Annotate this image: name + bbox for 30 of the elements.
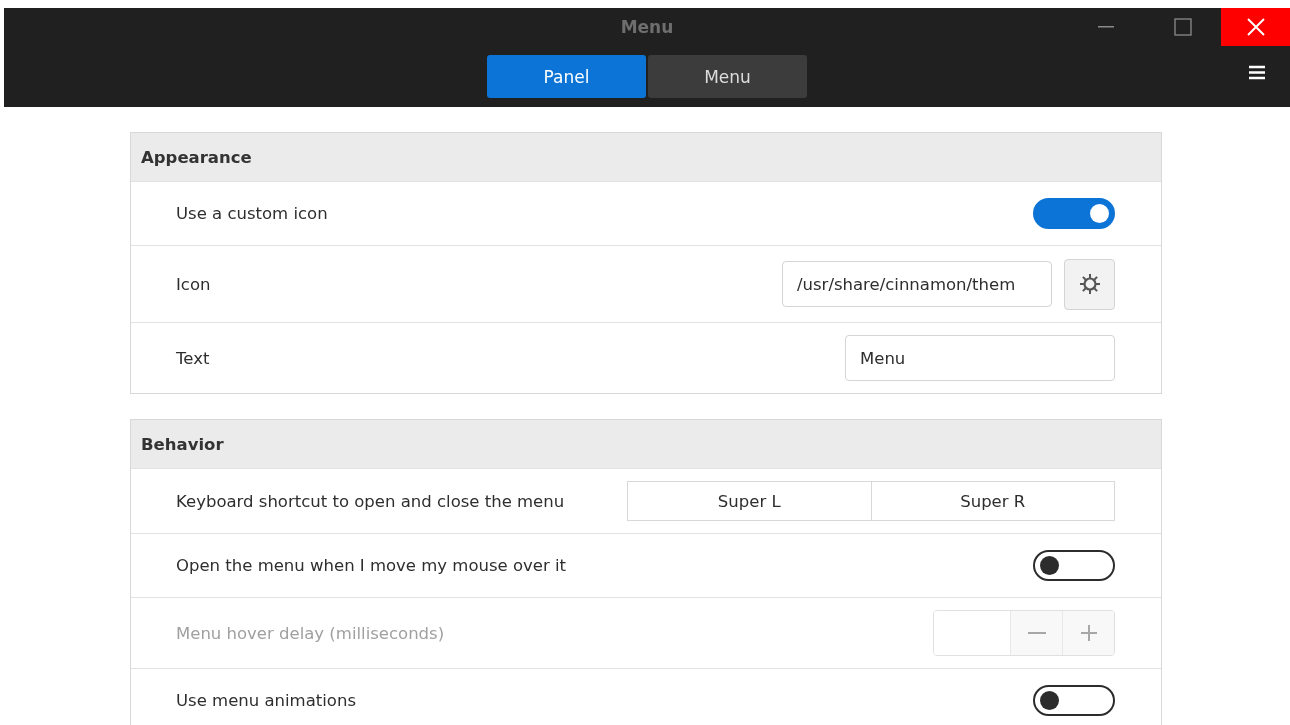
shortcut-button[interactable]: Super L	[628, 482, 871, 520]
number-field[interactable]	[934, 611, 1011, 655]
toggle-switch[interactable]	[1033, 550, 1115, 581]
tab[interactable]: Panel	[487, 55, 646, 98]
setting-label: Text	[176, 348, 210, 368]
toggle-switch[interactable]	[1033, 685, 1115, 716]
setting-label: Menu hover delay (milliseconds)	[176, 623, 445, 643]
text-field[interactable]: Menu	[845, 335, 1115, 381]
increment-button[interactable]	[1062, 611, 1114, 655]
section-header: Appearance	[131, 133, 1161, 181]
setting-label: Use menu animations	[176, 691, 356, 710]
shortcut-button[interactable]: Super R	[870, 482, 1114, 520]
icon-chooser-button[interactable]	[1064, 258, 1115, 310]
menu-icon[interactable]	[1249, 65, 1265, 80]
minus-icon	[1027, 632, 1046, 634]
toggle-switch[interactable]	[1033, 198, 1115, 229]
tab[interactable]: Menu	[648, 55, 807, 98]
plus-icon	[1080, 625, 1097, 641]
window-title: Menu	[620, 17, 674, 37]
setting-label: Keyboard shortcut to open and close the menu	[176, 491, 565, 511]
setting-label: Icon	[176, 274, 211, 294]
setting-label: Use a custom icon	[176, 204, 328, 223]
settings-icon	[1077, 272, 1102, 296]
close-icon	[1246, 18, 1265, 36]
icon-path-field[interactable]: /usr/share/cinnamon/them	[782, 261, 1052, 307]
maximize-icon	[1173, 18, 1192, 36]
setting-label: Open the menu when I move my mouse over it	[176, 556, 567, 575]
section-header: Behavior	[131, 420, 1161, 468]
minimize-icon	[1097, 26, 1114, 28]
close-button[interactable]	[1221, 8, 1290, 46]
